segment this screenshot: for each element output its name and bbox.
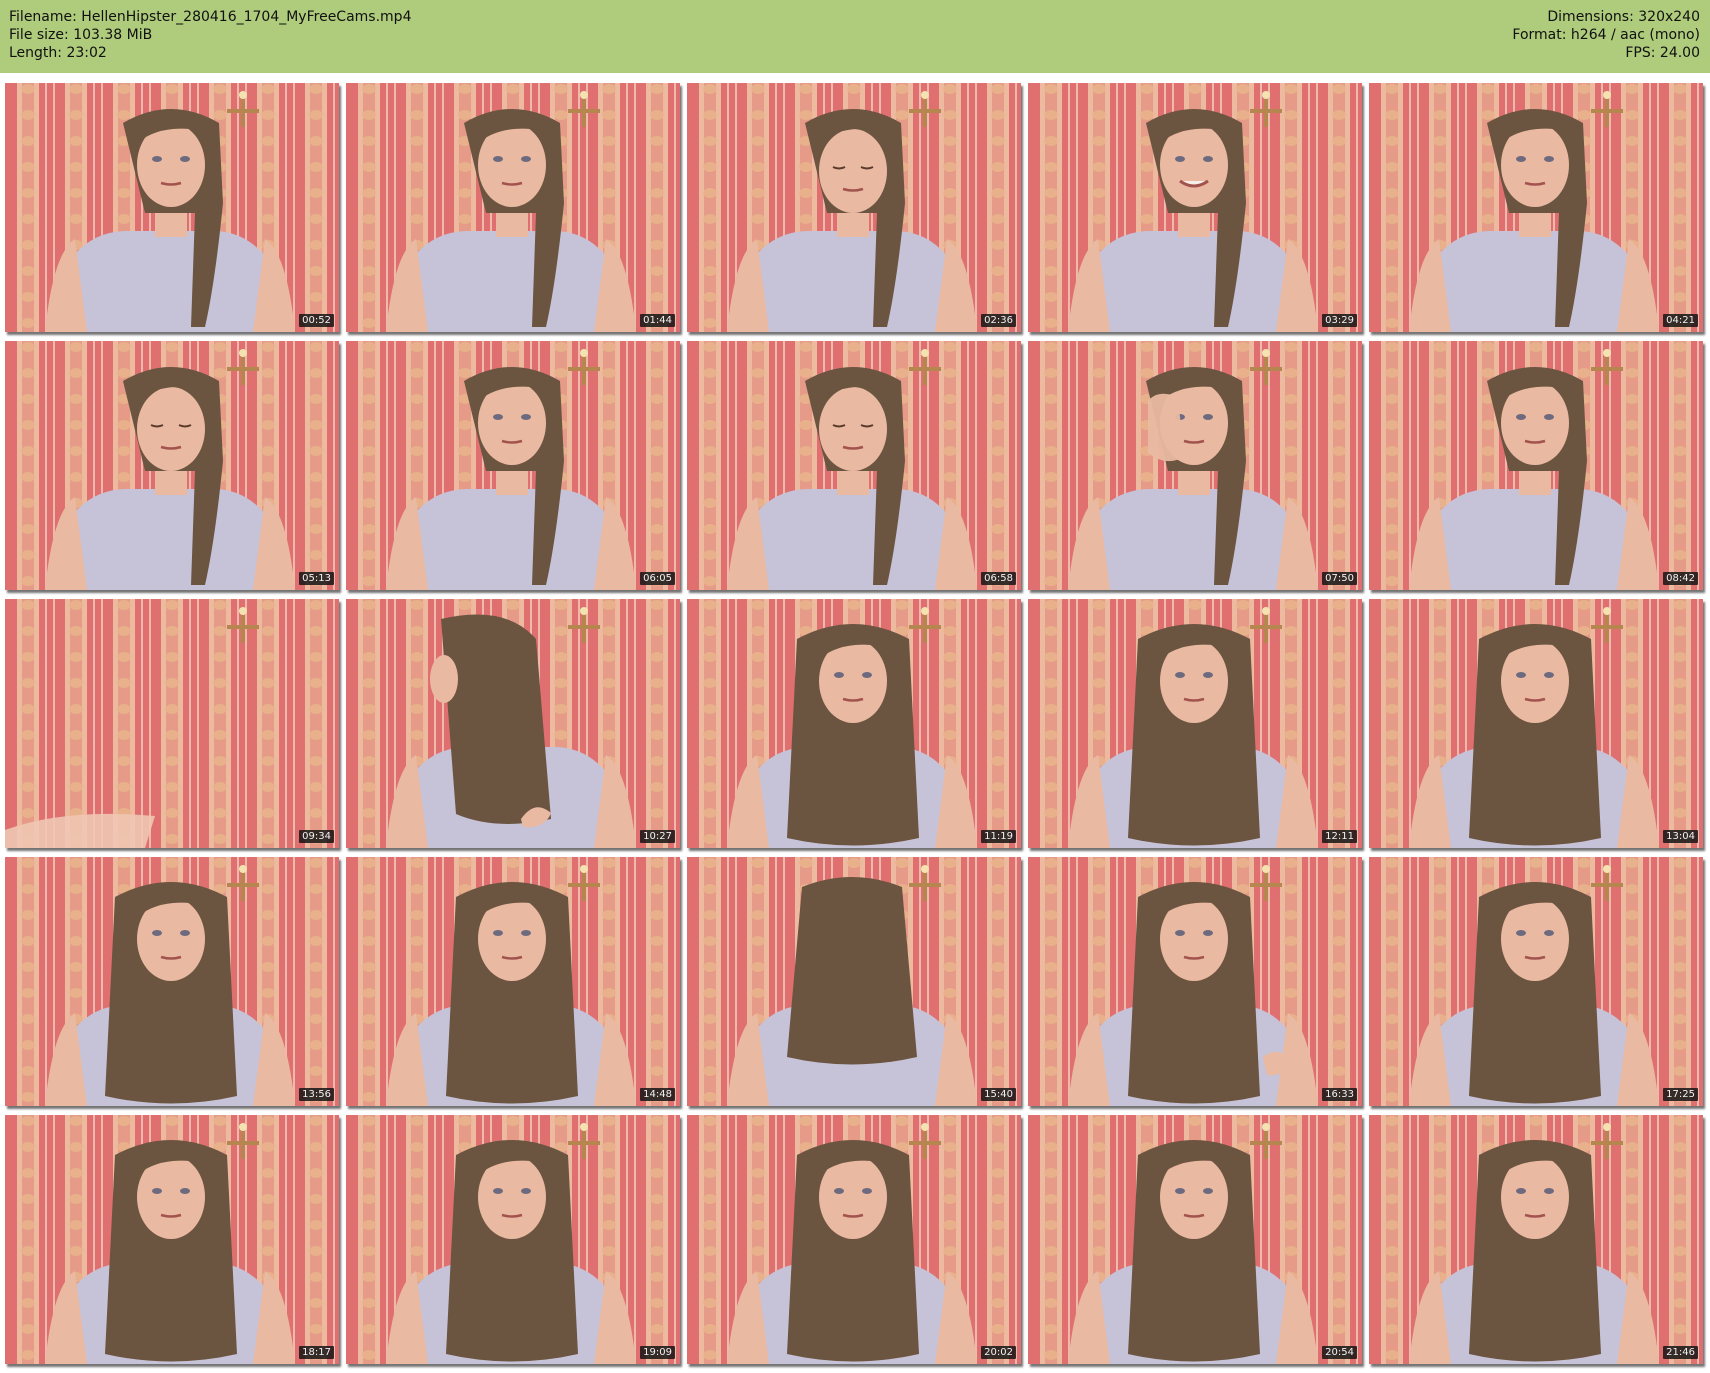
timestamp-label: 13:04: [1663, 830, 1698, 843]
video-thumbnail: 13:04: [1369, 599, 1703, 848]
frame-image: [346, 341, 680, 590]
frame-image: [5, 341, 339, 590]
frame-image: [5, 857, 339, 1106]
frame-image: [687, 1115, 1021, 1364]
frame-image: [1028, 341, 1362, 590]
timestamp-label: 08:42: [1663, 572, 1698, 585]
frame-image: [1028, 857, 1362, 1106]
timestamp-label: 12:11: [1322, 830, 1357, 843]
timestamp-label: 01:44: [640, 314, 675, 327]
video-thumbnail: 03:29: [1028, 83, 1362, 332]
timestamp-label: 06:58: [981, 572, 1016, 585]
timestamp-label: 10:27: [640, 830, 675, 843]
video-thumbnail: 06:05: [346, 341, 680, 590]
video-thumbnail: 20:02: [687, 1115, 1021, 1364]
frame-image: [1369, 83, 1703, 332]
timestamp-label: 13:56: [299, 1088, 334, 1101]
video-thumbnail: 15:40: [687, 857, 1021, 1106]
frame-image: [5, 599, 339, 848]
video-thumbnail: 09:34: [5, 599, 339, 848]
timestamp-label: 16:33: [1322, 1088, 1357, 1101]
length-text: Length: 23:02: [9, 45, 107, 61]
frame-image: [5, 83, 339, 332]
video-thumbnail: 10:27: [346, 599, 680, 848]
video-thumbnail: 08:42: [1369, 341, 1703, 590]
video-thumbnail: 14:48: [346, 857, 680, 1106]
frame-image: [1369, 599, 1703, 848]
format-text: Format: h264 / aac (mono): [1512, 27, 1700, 43]
frame-image: [1369, 857, 1703, 1106]
timestamp-label: 21:46: [1663, 1346, 1698, 1359]
video-thumbnail: 05:13: [5, 341, 339, 590]
frame-image: [687, 857, 1021, 1106]
video-thumbnail: 11:19: [687, 599, 1021, 848]
dimensions-text: Dimensions: 320x240: [1547, 9, 1700, 25]
info-header: Filename: HellenHipster_280416_1704_MyFr…: [0, 0, 1710, 73]
timestamp-label: 05:13: [299, 572, 334, 585]
timestamp-label: 14:48: [640, 1088, 675, 1101]
video-thumbnail: 00:52: [5, 83, 339, 332]
video-thumbnail: 18:17: [5, 1115, 339, 1364]
video-thumbnail: 17:25: [1369, 857, 1703, 1106]
video-thumbnail: 12:11: [1028, 599, 1362, 848]
filesize-text: File size: 103.38 MiB: [9, 27, 153, 43]
frame-image: [687, 83, 1021, 332]
frame-image: [346, 599, 680, 848]
timestamp-label: 15:40: [981, 1088, 1016, 1101]
timestamp-label: 11:19: [981, 830, 1016, 843]
timestamp-label: 02:36: [981, 314, 1016, 327]
video-thumbnail: 07:50: [1028, 341, 1362, 590]
frame-image: [1369, 1115, 1703, 1364]
frame-image: [346, 857, 680, 1106]
frame-image: [1028, 83, 1362, 332]
video-thumbnail: 06:58: [687, 341, 1021, 590]
timestamp-label: 19:09: [640, 1346, 675, 1359]
video-thumbnail: 16:33: [1028, 857, 1362, 1106]
frame-image: [5, 1115, 339, 1364]
video-thumbnail: 02:36: [687, 83, 1021, 332]
video-thumbnail: 04:21: [1369, 83, 1703, 332]
timestamp-label: 06:05: [640, 572, 675, 585]
frame-image: [1369, 341, 1703, 590]
video-thumbnail: 20:54: [1028, 1115, 1362, 1364]
fps-text: FPS: 24.00: [1625, 45, 1700, 61]
filename-text: Filename: HellenHipster_280416_1704_MyFr…: [9, 9, 412, 25]
timestamp-label: 09:34: [299, 830, 334, 843]
thumbnail-grid: 00:52 01:44 02:36 03:29 04:21 05:13 06:05 06:58…: [5, 83, 1705, 1368]
video-thumbnail: 19:09: [346, 1115, 680, 1364]
frame-image: [346, 83, 680, 332]
video-thumbnail: 01:44: [346, 83, 680, 332]
timestamp-label: 18:17: [299, 1346, 334, 1359]
video-thumbnail: 13:56: [5, 857, 339, 1106]
frame-image: [1028, 599, 1362, 848]
timestamp-label: 04:21: [1663, 314, 1698, 327]
timestamp-label: 03:29: [1322, 314, 1357, 327]
video-info: Dimensions: 320x240 Format: h264 / aac (…: [1512, 8, 1700, 62]
frame-image: [346, 1115, 680, 1364]
frame-image: [1028, 1115, 1362, 1364]
file-info: Filename: HellenHipster_280416_1704_MyFr…: [9, 8, 411, 62]
timestamp-label: 17:25: [1663, 1088, 1698, 1101]
frame-image: [687, 341, 1021, 590]
timestamp-label: 07:50: [1322, 572, 1357, 585]
timestamp-label: 20:02: [981, 1346, 1016, 1359]
timestamp-label: 00:52: [299, 314, 334, 327]
video-thumbnail: 21:46: [1369, 1115, 1703, 1364]
timestamp-label: 20:54: [1322, 1346, 1357, 1359]
frame-image: [687, 599, 1021, 848]
